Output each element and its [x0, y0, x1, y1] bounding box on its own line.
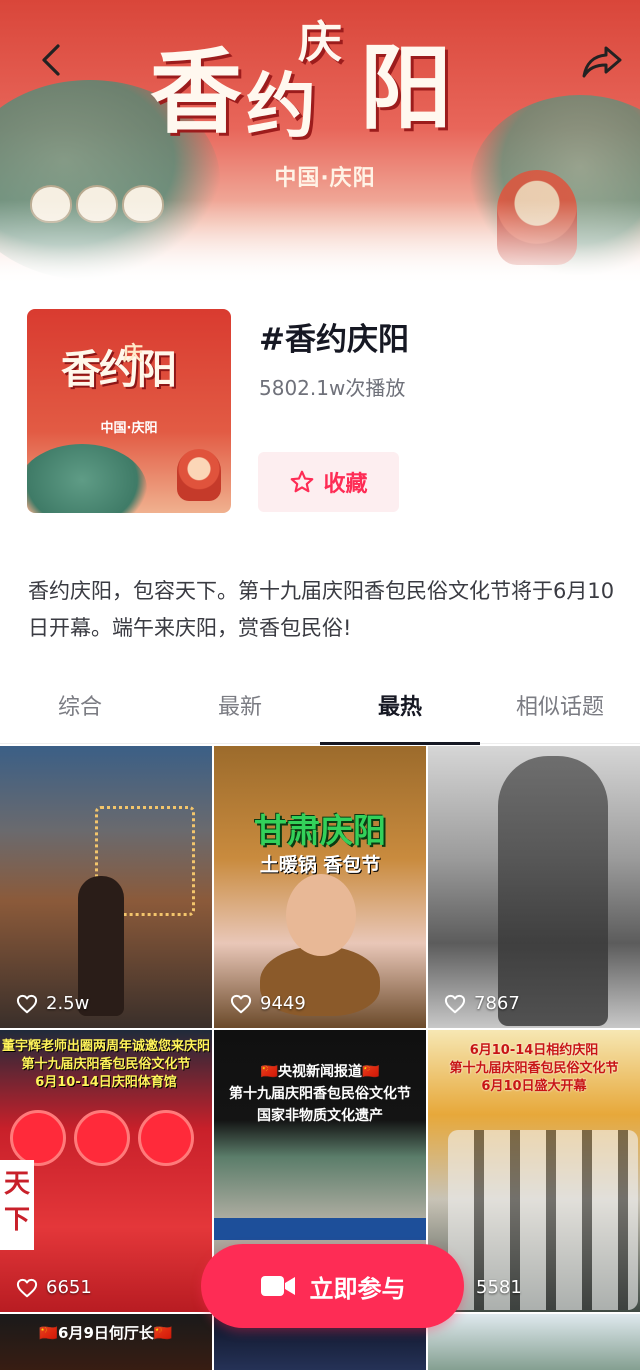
video-camera-icon [260, 1276, 295, 1296]
play-count: 5802.1w次播放 [259, 376, 406, 400]
heart-outline-icon [230, 994, 252, 1013]
like-count: 7867 [444, 993, 520, 1014]
video-thumbnail[interactable] [428, 1314, 640, 1370]
like-count: 2.5w [16, 993, 89, 1014]
star-outline-icon [291, 470, 314, 493]
topic-description: 香约庆阳，包容天下。第十九届庆阳香包民俗文化节将于6月10日开幕。端午来庆阳，赏… [28, 579, 615, 640]
cover-title: 香约阳 [61, 346, 177, 393]
video-overlay-subtitle: 土暖锅 香包节 [259, 854, 381, 876]
tab-latest[interactable]: 最新 [160, 680, 320, 744]
video-caption: 🇨🇳央视新闻报道🇨🇳 [260, 1064, 380, 1080]
video-overlay-title: 甘肃庆阳 [254, 811, 386, 850]
tab-similar-topics[interactable]: 相似话题 [480, 680, 640, 744]
video-thumbnail[interactable]: 董宇辉老师出圈两周年诚邀您来庆阳 第十九届庆阳香包民俗文化节 6月10-14日庆… [0, 1030, 212, 1312]
heart-outline-icon [444, 994, 466, 1013]
video-thumbnail[interactable]: 甘肃庆阳 土暖锅 香包节 9449 [214, 746, 426, 1028]
video-caption: 第十九届庆阳香包民俗文化节 [21, 1057, 191, 1072]
video-caption: 🇨🇳6月9日何厅长🇨🇳 [39, 1324, 173, 1342]
video-caption: 第十九届庆阳香包民俗文化节 [229, 1086, 411, 1102]
video-caption: 6月10-14日庆阳体育馆 [35, 1075, 177, 1090]
video-thumbnail[interactable]: 🇨🇳6月9日何厅长🇨🇳 [0, 1314, 212, 1370]
back-button[interactable] [34, 40, 74, 80]
like-count: 5581 [476, 1277, 522, 1298]
like-count: 9449 [230, 993, 306, 1014]
video-caption: 第十九届庆阳香包民俗文化节 [449, 1061, 619, 1076]
video-caption: 6月10日盛大开幕 [481, 1079, 587, 1094]
cover-title-small: 庆 [123, 341, 143, 365]
video-stamp-text: 天下 [0, 1160, 34, 1250]
video-caption: 国家非物质文化遗产 [257, 1108, 383, 1124]
topic-cover-image: 香约阳 庆 中国·庆阳 [27, 309, 231, 513]
chevron-left-icon [42, 44, 60, 76]
heart-outline-icon [16, 1278, 38, 1297]
join-button[interactable]: 立即参与 [201, 1244, 464, 1328]
video-thumbnail[interactable]: 7867 [428, 746, 640, 1028]
topic-banner: 香 约 庆 阳 中国·庆阳 [0, 0, 640, 285]
tab-bar: 综合 最新 最热 相似话题 [0, 680, 640, 745]
favorite-button[interactable]: 收藏 [258, 452, 399, 512]
tab-hottest[interactable]: 最热 [320, 680, 480, 745]
banner-title: 香 约 庆 阳 [150, 17, 452, 147]
cover-subtitle: 中国·庆阳 [100, 421, 158, 436]
tab-comprehensive[interactable]: 综合 [0, 680, 160, 744]
join-label: 立即参与 [309, 1274, 406, 1303]
like-count: 6651 [16, 1277, 92, 1298]
banner-subtitle: 中国·庆阳 [274, 166, 376, 191]
favorite-label: 收藏 [323, 472, 368, 497]
share-arrow-icon [582, 46, 622, 78]
video-caption: 董宇辉老师出圈两周年诚邀您来庆阳 [1, 1039, 210, 1054]
share-button[interactable] [580, 42, 624, 82]
topic-title: #香约庆阳 [259, 322, 409, 358]
video-caption: 6月10-14日相约庆阳 [469, 1043, 599, 1058]
video-thumbnail[interactable]: 2.5w [0, 746, 212, 1028]
heart-outline-icon [16, 994, 38, 1013]
